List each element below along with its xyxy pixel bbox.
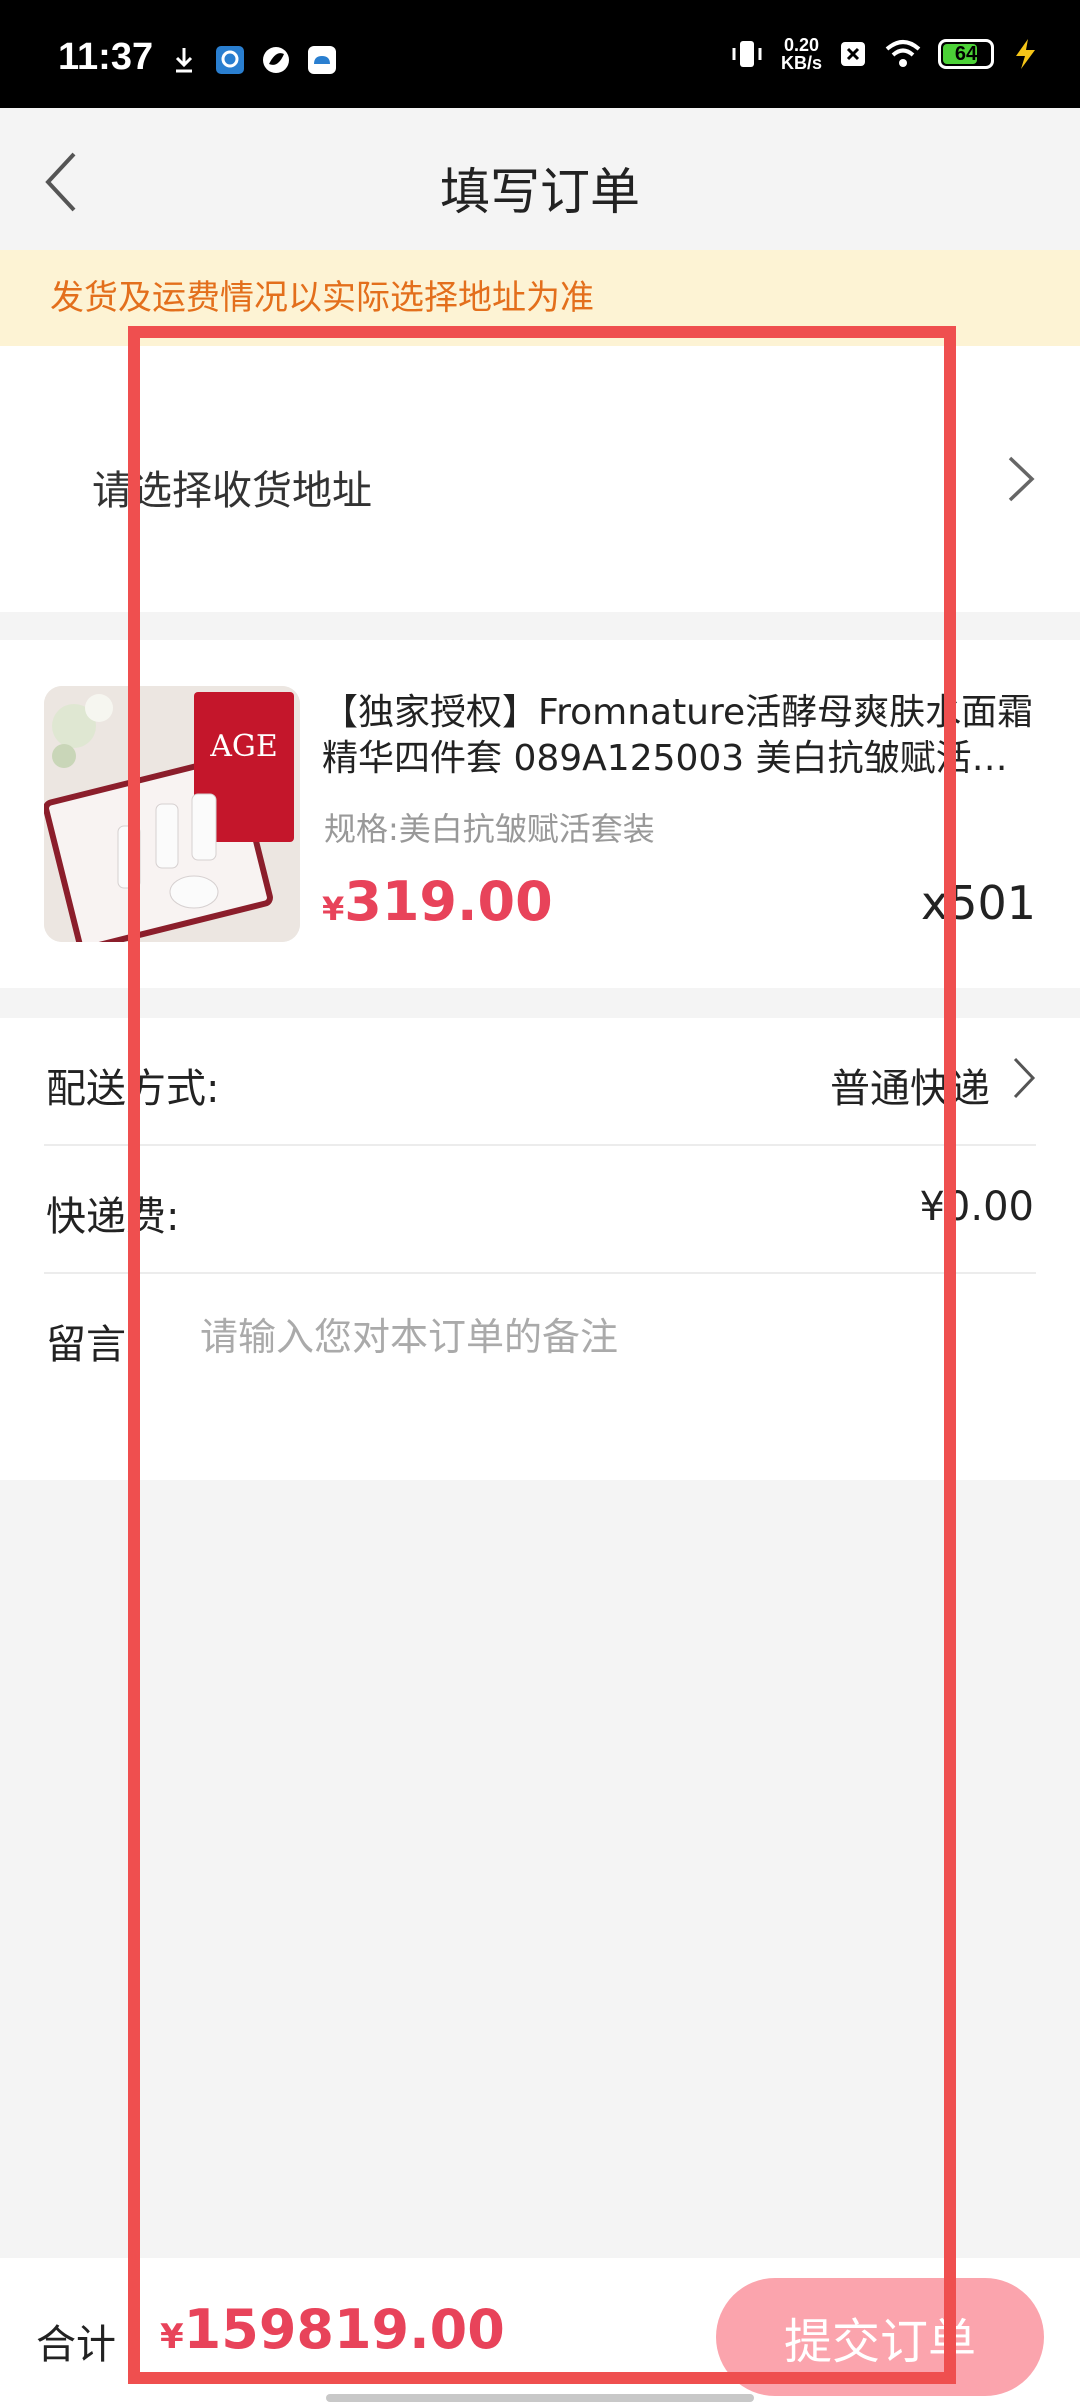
order-note-input[interactable] <box>200 1302 1000 1372</box>
product-image[interactable]: AGE <box>44 686 300 942</box>
no-sim-icon <box>841 42 865 66</box>
delivery-method-row[interactable]: 配送方式: 普通快递 <box>44 1018 1036 1146</box>
notification-icons <box>168 44 338 76</box>
charging-bolt-icon <box>1016 39 1035 69</box>
shipping-label: 快递费: <box>46 1194 180 1240</box>
network-speed: 0.20 KB/s <box>781 36 822 72</box>
total-value: 159819.00 <box>183 2298 505 2361</box>
total-symbol: ¥ <box>160 2317 184 2357</box>
shipping-notice: 发货及运费情况以实际选择地址为准 <box>0 250 1080 346</box>
shipping-value: ¥0.00 <box>919 1184 1034 1230</box>
wifi-icon <box>885 40 921 67</box>
net-speed-unit: KB/s <box>780 53 822 73</box>
status-time: 11:37 <box>58 36 154 78</box>
order-page: 11:37 0.20 KB/s 64 填写订单 发货及运费情况以实际选择地址为准… <box>0 0 1080 2408</box>
note-row: 留言: <box>44 1274 1036 1402</box>
product-price: ¥319.00 <box>322 870 553 933</box>
chevron-right-icon <box>1013 1057 1036 1099</box>
leaf-app-icon <box>263 47 289 73</box>
battery-level: 64 <box>954 42 978 65</box>
product-name[interactable]: 【独家授权】Fromnature活酵母爽肤水面霜精华四件套 089A125003… <box>322 690 1036 782</box>
app-notification-icon <box>216 46 244 74</box>
system-icons: 0.20 KB/s 64 <box>729 36 1040 72</box>
chevron-right-icon <box>1008 456 1035 502</box>
product-card: AGE 【独家授权】Fromnature活酵母爽肤水面霜精华四件套 089A12… <box>0 640 1080 988</box>
product-spec: 规格:美白抗皱赋活套装 <box>324 810 655 848</box>
download-icon <box>175 48 193 73</box>
delivery-value: 普通快递 <box>830 1066 990 1112</box>
page-title: 填写订单 <box>440 163 640 221</box>
vibrate-icon <box>732 41 762 67</box>
total-label: 合计 <box>36 2322 116 2368</box>
delivery-label: 配送方式: <box>46 1066 220 1112</box>
order-options: 配送方式: 普通快递 快递费: ¥0.00 留言: <box>0 1018 1080 1480</box>
shipping-fee-row: 快递费: ¥0.00 <box>44 1146 1036 1274</box>
product-quantity: x501 <box>920 876 1036 930</box>
submit-order-button[interactable]: 提交订单 <box>716 2278 1044 2396</box>
net-speed-value: 0.20 <box>783 35 820 55</box>
nav-header: 填写订单 <box>0 108 1080 250</box>
product-photo: AGE <box>44 686 300 942</box>
address-selector[interactable]: 请选择收货地址 <box>0 346 1080 612</box>
cloud-app-icon <box>308 46 336 74</box>
order-total: ¥159819.00 <box>160 2298 505 2361</box>
status-bar: 11:37 0.20 KB/s 64 <box>0 0 1080 108</box>
price-value: 319.00 <box>344 870 553 933</box>
home-indicator[interactable] <box>326 2394 754 2402</box>
battery-icon: 64 <box>938 39 994 69</box>
note-label: 留言: <box>46 1322 140 1368</box>
checkout-bar: 合计 ¥159819.00 提交订单 <box>0 2258 1080 2408</box>
address-placeholder: 请选择收货地址 <box>92 468 372 514</box>
product-box-brand: AGE <box>209 729 278 764</box>
price-symbol: ¥ <box>322 890 345 928</box>
